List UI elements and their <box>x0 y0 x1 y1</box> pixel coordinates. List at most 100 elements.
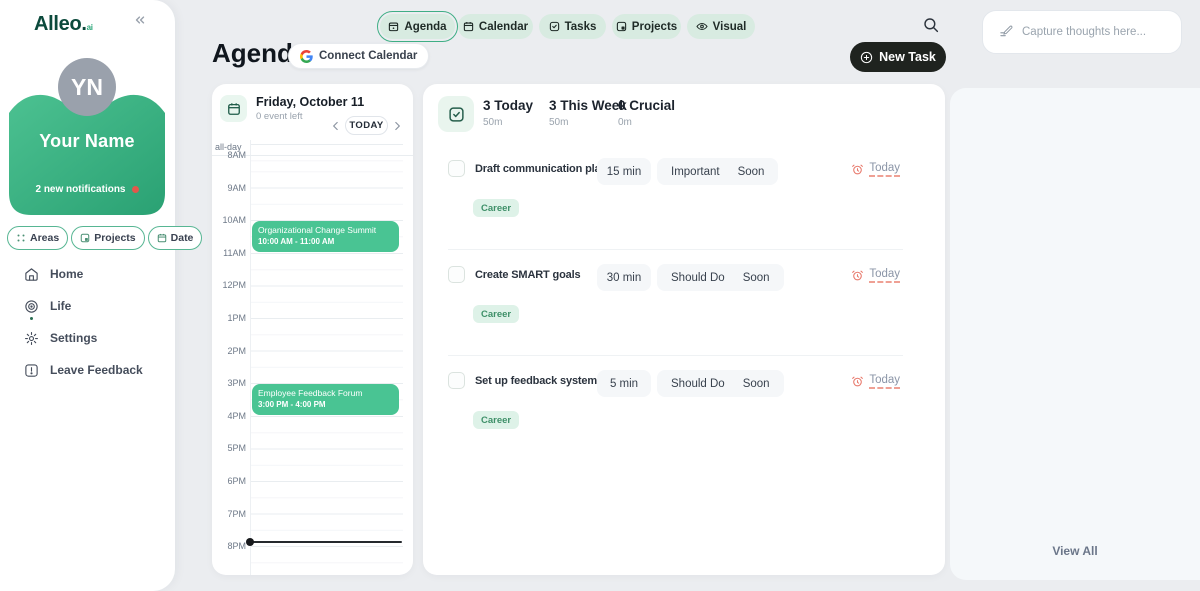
app-logo: Alleo.ai <box>34 13 93 36</box>
hour-label: 12PM <box>212 280 246 290</box>
task-tag[interactable]: Career <box>473 305 519 323</box>
feedback-icon <box>24 363 39 378</box>
gear-icon <box>24 331 39 346</box>
calendar-panel: Friday, October 11 0 event left TODAY al… <box>212 84 413 575</box>
due-date[interactable]: Today <box>851 374 900 389</box>
urgency-label: Soon <box>743 272 770 284</box>
alarm-clock-icon <box>851 163 864 176</box>
capture-thoughts-input[interactable] <box>1022 26 1172 38</box>
task-title: Set up feedback system <box>475 375 597 387</box>
tab-visual[interactable]: Visual <box>687 14 755 39</box>
row-divider <box>448 355 903 356</box>
captured-thoughts-panel: View All <box>950 88 1200 580</box>
capture-thoughts-box <box>982 10 1182 54</box>
calendar-event[interactable]: Organizational Change Summit 10:00 AM - … <box>252 221 399 252</box>
areas-icon <box>16 233 26 243</box>
new-task-button[interactable]: New Task <box>850 42 946 72</box>
due-date[interactable]: Today <box>851 268 900 283</box>
connect-calendar-button[interactable]: Connect Calendar <box>288 43 429 69</box>
settings-label: Settings <box>50 331 97 345</box>
gridlines <box>250 140 403 575</box>
due-label: Today <box>869 268 900 283</box>
event-title: Organizational Change Summit <box>258 225 393 236</box>
hour-label: 2PM <box>212 346 246 356</box>
stat-this-week-label: 3 This Week <box>549 98 627 113</box>
calendar-date: Friday, October 11 <box>256 95 364 109</box>
avatar[interactable]: YN <box>58 58 116 116</box>
task-tag[interactable]: Career <box>473 199 519 217</box>
tasks-panel-icon <box>438 96 474 132</box>
app-root: Alleo.ai YN Your Name 2 new notification… <box>0 0 1200 591</box>
sidebar-item-settings[interactable]: Settings <box>24 330 143 346</box>
priority-label: Should Do <box>671 378 725 390</box>
priority-chip[interactable]: Should Do Soon <box>657 264 784 291</box>
notifications-text: 2 new notifications <box>35 184 125 195</box>
event-time: 10:00 AM - 11:00 AM <box>258 236 393 247</box>
due-date[interactable]: Today <box>851 162 900 177</box>
stat-this-week-duration: 50m <box>549 117 627 128</box>
google-icon <box>300 50 313 63</box>
agenda-icon <box>388 21 399 32</box>
sidebar-menu: Home Life Settings Leave Feedback <box>24 266 143 378</box>
today-button[interactable]: TODAY <box>345 116 388 135</box>
notifications[interactable]: 2 new notifications <box>9 184 165 195</box>
task-row[interactable]: Draft communication plan 15 min Importan… <box>423 150 945 250</box>
tab-projects[interactable]: Projects <box>612 14 681 39</box>
task-row[interactable]: Set up feedback system 5 min Should Do S… <box>423 362 945 462</box>
hour-label: 7PM <box>212 509 246 519</box>
task-checkbox[interactable] <box>448 160 465 177</box>
calendar-event[interactable]: Employee Feedback Forum 3:00 PM - 4:00 P… <box>252 384 399 415</box>
task-tag[interactable]: Career <box>473 411 519 429</box>
projects-button[interactable]: Projects <box>71 226 144 250</box>
task-checkbox[interactable] <box>448 372 465 389</box>
search-icon[interactable] <box>922 16 944 38</box>
hour-label: 3PM <box>212 378 246 388</box>
life-target-icon <box>24 299 39 314</box>
tab-agenda-label: Agenda <box>404 21 446 33</box>
stat-crucial-label: 0 Crucial <box>618 98 675 113</box>
stat-crucial-duration: 0m <box>618 117 675 128</box>
date-button[interactable]: Date <box>148 226 203 250</box>
home-label: Home <box>50 267 83 281</box>
duration-chip[interactable]: 30 min <box>597 264 651 291</box>
urgency-label: Soon <box>743 378 770 390</box>
next-day-chevron-icon[interactable] <box>390 117 404 135</box>
calendar-time-grid: all-day 8AM 9AM 10AM 11AM 12PM 1PM 2PM 3… <box>212 140 413 575</box>
urgency-label: Soon <box>738 166 765 178</box>
priority-chip[interactable]: Should Do Soon <box>657 370 784 397</box>
task-checkbox[interactable] <box>448 266 465 283</box>
hour-label: 6PM <box>212 476 246 486</box>
duration-chip[interactable]: 15 min <box>597 158 651 185</box>
tasks-icon <box>549 21 560 32</box>
hour-label: 11AM <box>212 248 246 258</box>
sidebar: Alleo.ai YN Your Name 2 new notification… <box>0 0 175 591</box>
projects-tab-icon <box>616 21 627 32</box>
time-axis-divider <box>250 140 251 575</box>
prev-day-chevron-icon[interactable] <box>329 117 343 135</box>
event-title: Employee Feedback Forum <box>258 388 393 399</box>
hour-label: 9AM <box>212 183 246 193</box>
task-title: Draft communication plan <box>475 163 597 175</box>
stat-crucial: 0 Crucial 0m <box>618 98 675 128</box>
sidebar-item-life[interactable]: Life <box>24 298 143 314</box>
task-row[interactable]: Create SMART goals 30 min Should Do Soon… <box>423 256 945 356</box>
duration-chip[interactable]: 5 min <box>597 370 651 397</box>
priority-label: Important <box>671 166 720 178</box>
tab-agenda[interactable]: Agenda <box>380 14 455 39</box>
sidebar-item-leave-feedback[interactable]: Leave Feedback <box>24 362 143 378</box>
collapse-sidebar-icon[interactable] <box>133 13 149 29</box>
priority-chip[interactable]: Important Soon <box>657 158 778 185</box>
tab-tasks[interactable]: Tasks <box>539 14 606 39</box>
plus-circle-icon <box>860 51 873 64</box>
stat-today-label: 3 Today <box>483 98 533 113</box>
tab-projects-label: Projects <box>632 21 677 33</box>
view-all-link[interactable]: View All <box>950 544 1200 558</box>
life-label: Life <box>50 299 71 313</box>
row-divider <box>448 249 903 250</box>
life-indicator-dot <box>30 317 33 320</box>
hour-label: 1PM <box>212 313 246 323</box>
sidebar-item-home[interactable]: Home <box>24 266 143 282</box>
tab-calendar[interactable]: Calendar <box>458 14 533 39</box>
current-time-indicator <box>248 541 402 543</box>
areas-button[interactable]: Areas <box>7 226 68 250</box>
